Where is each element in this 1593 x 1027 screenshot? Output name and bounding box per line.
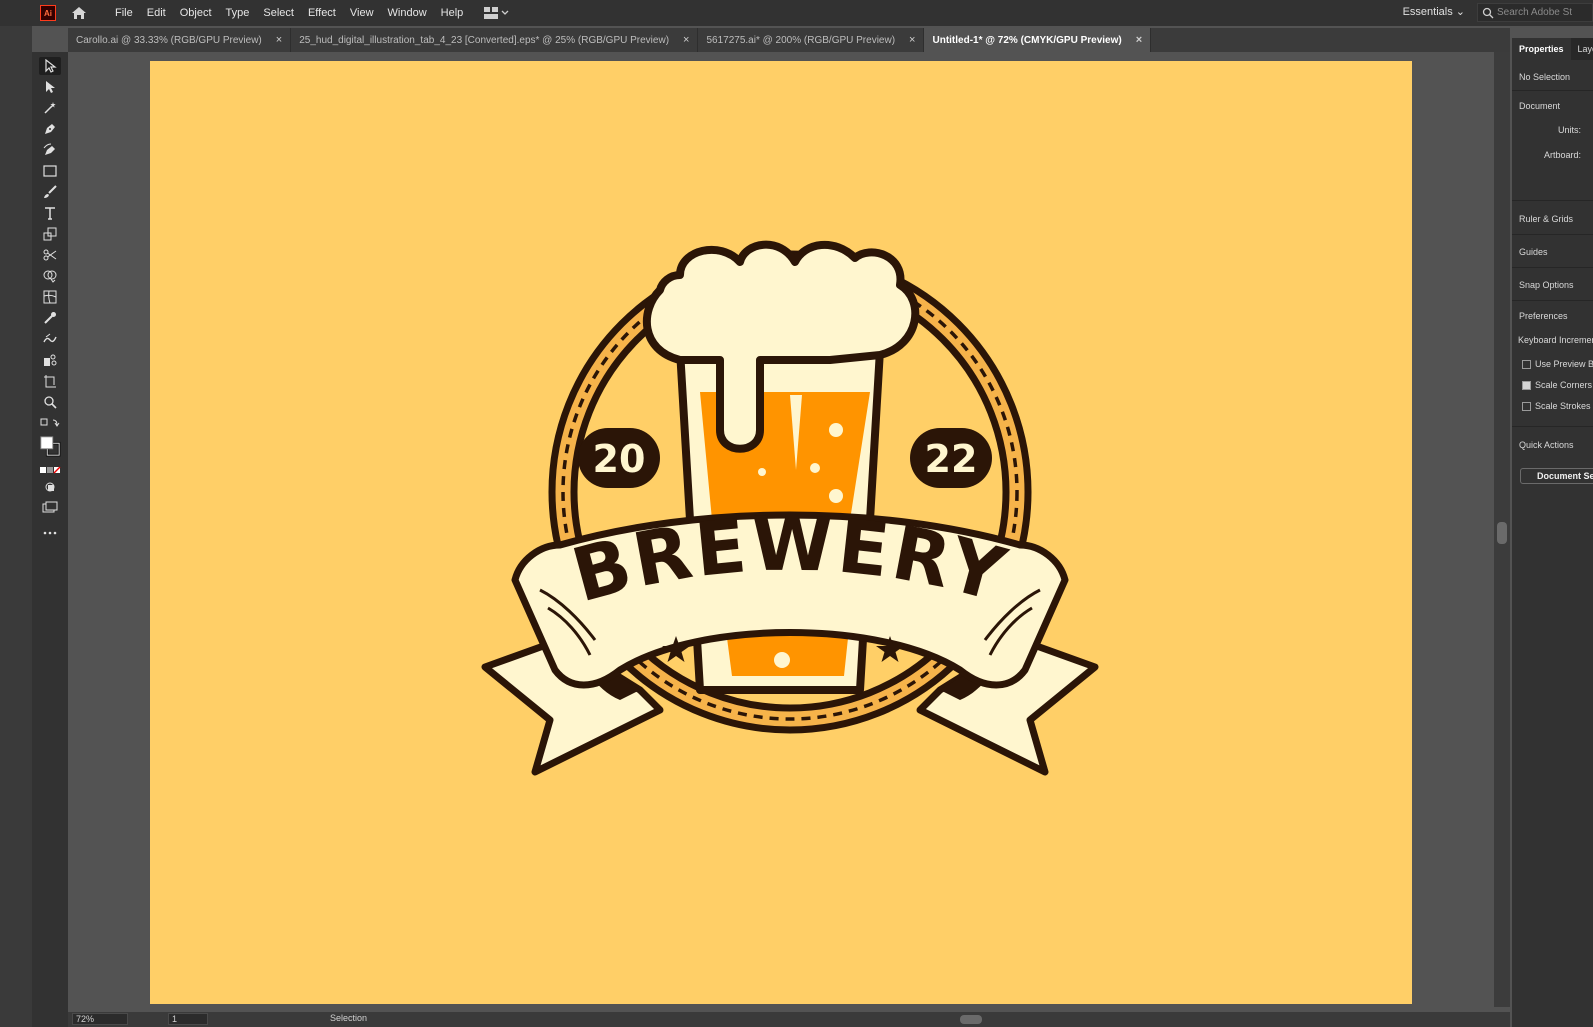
- brewery-logo-artwork[interactable]: 20 22 BREWERY: [150, 61, 1412, 1004]
- tab-carollo[interactable]: Carollo.ai @ 33.33% (RGB/GPU Preview) ×: [68, 28, 292, 52]
- menu-select[interactable]: Select: [256, 7, 301, 19]
- tab-layers[interactable]: Laye: [1571, 44, 1593, 54]
- document-heading: Document: [1519, 101, 1561, 111]
- app-logo: Ai: [40, 5, 56, 21]
- button-label: Document Set: [1537, 471, 1593, 481]
- type-tool-icon[interactable]: [39, 204, 61, 222]
- draw-mode-icon[interactable]: [39, 478, 61, 496]
- tab-untitled-1[interactable]: Untitled-1* @ 72% (CMYK/GPU Preview) ×: [924, 28, 1152, 52]
- year-right-text[interactable]: 22: [925, 437, 978, 481]
- layout-grid-icon: [484, 7, 499, 19]
- close-icon[interactable]: ×: [909, 34, 915, 46]
- checkbox-box[interactable]: [1522, 381, 1531, 391]
- menu-view[interactable]: View: [343, 7, 381, 19]
- chevron-down-icon: ⌄: [1455, 6, 1465, 18]
- tab-label: Carollo.ai @ 33.33% (RGB/GPU Preview): [76, 34, 262, 46]
- pen-tool-icon[interactable]: [39, 120, 61, 138]
- menu-window[interactable]: Window: [381, 7, 434, 19]
- search-placeholder: Search Adobe St: [1497, 7, 1573, 18]
- rectangle-tool-icon[interactable]: [39, 162, 61, 180]
- menu-help[interactable]: Help: [434, 7, 471, 19]
- menu-type[interactable]: Type: [219, 7, 257, 19]
- shape-builder-tool-icon[interactable]: [39, 267, 61, 285]
- snap-options-heading[interactable]: Snap Options: [1519, 280, 1574, 290]
- checkbox-label: Scale Corners: [1535, 380, 1593, 390]
- checkbox-box[interactable]: [1522, 360, 1531, 370]
- current-tool-label: Selection: [330, 1013, 368, 1023]
- close-icon[interactable]: ×: [1136, 34, 1142, 46]
- artboard-number-select[interactable]: 1: [168, 1013, 208, 1025]
- search-icon: [1482, 7, 1494, 18]
- direct-selection-tool-icon[interactable]: [39, 78, 61, 96]
- properties-panel: Properties Laye No Selection Document Un…: [1512, 38, 1593, 1027]
- checkbox-label: Scale Strokes &: [1535, 401, 1593, 411]
- symbol-sprayer-tool-icon[interactable]: [39, 351, 61, 369]
- artboard-label: Artboard:: [1544, 150, 1582, 160]
- use-preview-bounds-checkbox[interactable]: Use Preview B: [1522, 359, 1593, 370]
- tab-hud-illustration[interactable]: 25_hud_digital_illustration_tab_4_23 [Co…: [291, 28, 699, 52]
- menu-object[interactable]: Object: [173, 7, 219, 19]
- artboard[interactable]: 20 22 BREWERY: [150, 61, 1412, 1004]
- keyboard-increment-label: Keyboard Incremen: [1518, 335, 1593, 345]
- guides-heading[interactable]: Guides: [1519, 247, 1548, 257]
- main-menu: File Edit Object Type Select Effect View…: [108, 7, 470, 19]
- menu-effect[interactable]: Effect: [301, 7, 343, 19]
- checkbox-label: Use Preview B: [1535, 359, 1593, 369]
- scale-corners-checkbox[interactable]: Scale Corners: [1522, 380, 1593, 391]
- ruler-grids-heading[interactable]: Ruler & Grids: [1519, 214, 1573, 224]
- scrollbar-thumb[interactable]: [1497, 522, 1507, 544]
- workspace-switcher[interactable]: Essentials ⌄: [1403, 5, 1465, 18]
- chevron-down-icon: [501, 10, 509, 15]
- vertical-scrollbar[interactable]: [1494, 52, 1510, 1007]
- close-icon[interactable]: ×: [276, 34, 282, 46]
- close-icon[interactable]: ×: [683, 34, 689, 46]
- menu-edit[interactable]: Edit: [140, 7, 173, 19]
- document-setup-button[interactable]: Document Set: [1520, 468, 1593, 484]
- curvature-tool-icon[interactable]: [39, 141, 61, 159]
- home-icon[interactable]: [70, 4, 88, 22]
- tools-panel: [32, 52, 68, 1027]
- checkbox-box[interactable]: [1522, 402, 1531, 412]
- left-dock: [0, 26, 32, 1027]
- search-stock-input[interactable]: Search Adobe St: [1477, 3, 1593, 22]
- scale-tool-icon[interactable]: [39, 225, 61, 243]
- artboard-tool-icon[interactable]: [39, 372, 61, 390]
- tab-label: 25_hud_digital_illustration_tab_4_23 [Co…: [299, 34, 670, 46]
- swap-fill-stroke-icon[interactable]: [39, 414, 61, 432]
- more-tools-icon[interactable]: [39, 524, 61, 542]
- mesh-tool-icon[interactable]: [39, 288, 61, 306]
- units-label: Units:: [1558, 125, 1582, 135]
- blend-tool-icon[interactable]: [39, 330, 61, 348]
- tab-label: Untitled-1* @ 72% (CMYK/GPU Preview): [932, 34, 1122, 46]
- year-left-text[interactable]: 20: [593, 437, 646, 481]
- horizontal-scrollbar-thumb[interactable]: [960, 1015, 982, 1024]
- fill-stroke-swatch[interactable]: [39, 434, 61, 458]
- zoom-tool-icon[interactable]: [39, 393, 61, 411]
- menu-file[interactable]: File: [108, 7, 140, 19]
- preferences-heading: Preferences: [1519, 311, 1568, 321]
- selection-status: No Selection: [1519, 72, 1571, 82]
- tab-label: 5617275.ai* @ 200% (RGB/GPU Preview): [706, 34, 896, 46]
- document-tabs: Carollo.ai @ 33.33% (RGB/GPU Preview) × 2…: [68, 28, 1510, 52]
- paintbrush-tool-icon[interactable]: [39, 183, 61, 201]
- scissors-tool-icon[interactable]: [39, 246, 61, 264]
- quick-actions-heading: Quick Actions: [1519, 440, 1574, 450]
- menu-bar: Ai File Edit Object Type Select Effect V…: [0, 0, 1593, 26]
- scale-strokes-checkbox[interactable]: Scale Strokes &: [1522, 401, 1593, 412]
- tab-5617275[interactable]: 5617275.ai* @ 200% (RGB/GPU Preview) ×: [698, 28, 925, 52]
- arrange-documents-button[interactable]: [484, 5, 510, 21]
- workspace-label: Essentials: [1402, 6, 1453, 18]
- status-bar: 72% 1 Selection: [68, 1012, 1510, 1027]
- zoom-level-select[interactable]: 72%: [72, 1013, 128, 1025]
- tab-properties[interactable]: Properties: [1512, 38, 1571, 60]
- page-value: 1: [172, 1014, 178, 1024]
- zoom-value: 72%: [76, 1014, 95, 1024]
- magic-wand-tool-icon[interactable]: [39, 99, 61, 117]
- screen-mode-icon[interactable]: [39, 498, 61, 516]
- color-mode-icon[interactable]: [39, 461, 61, 479]
- eyedropper-tool-icon[interactable]: [39, 309, 61, 327]
- selection-tool-icon[interactable]: [39, 57, 61, 75]
